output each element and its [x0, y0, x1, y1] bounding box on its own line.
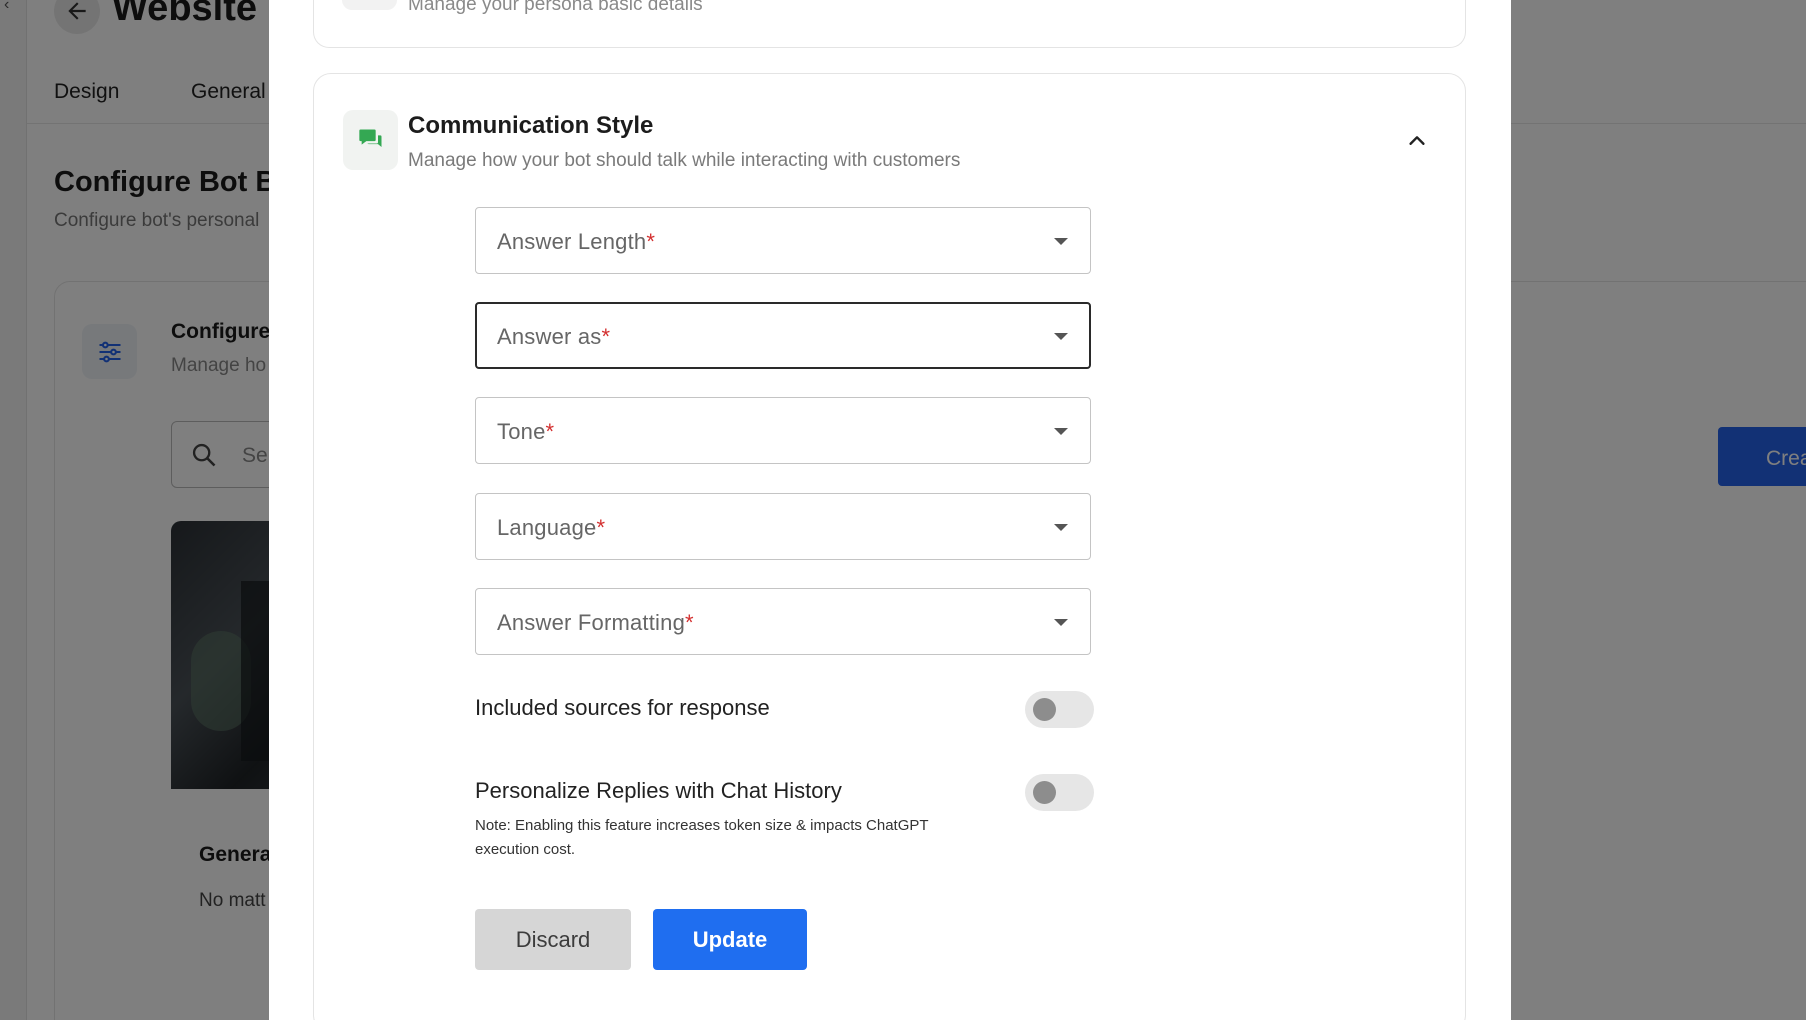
dropdown-arrow-icon	[1054, 333, 1068, 340]
tone-label: Tone	[497, 419, 546, 444]
required-marker: *	[596, 515, 606, 540]
dropdown-arrow-icon	[1054, 428, 1068, 435]
answer-formatting-select[interactable]: Answer Formatting*	[475, 588, 1091, 655]
personalize-replies-label: Personalize Replies with Chat History	[475, 778, 842, 803]
toggle-knob	[1033, 698, 1056, 721]
answer-formatting-label: Answer Formatting	[497, 610, 686, 635]
dropdown-arrow-icon	[1054, 524, 1068, 531]
answer-as-label: Answer as	[497, 324, 602, 349]
answer-as-select[interactable]: Answer as*	[475, 302, 1091, 369]
update-button[interactable]: Update	[653, 909, 807, 970]
communication-style-card: Communication Style Manage how your bot …	[313, 73, 1466, 1020]
chat-bubbles-icon	[343, 110, 398, 170]
collapse-button[interactable]	[1402, 126, 1432, 156]
persona-basic-subtitle: Manage your persona basic details	[408, 0, 703, 15]
discard-button[interactable]: Discard	[475, 909, 631, 970]
token-cost-note: Note: Enabling this feature increases to…	[475, 817, 929, 858]
required-marker: *	[545, 419, 555, 444]
required-marker: *	[685, 610, 694, 635]
included-sources-label: Included sources for response	[475, 695, 770, 720]
section-title: Communication Style	[408, 112, 654, 139]
persona-icon	[342, 0, 397, 10]
toggle-knob	[1033, 781, 1056, 804]
personalize-replies-toggle[interactable]	[1025, 774, 1094, 811]
dropdown-arrow-icon	[1054, 619, 1068, 626]
tone-select[interactable]: Tone*	[475, 397, 1091, 464]
answer-length-select[interactable]: Answer Length*	[475, 207, 1091, 274]
included-sources-toggle[interactable]	[1025, 691, 1094, 728]
answer-length-label: Answer Length	[497, 229, 647, 254]
persona-basic-card[interactable]: Manage your persona basic details	[313, 0, 1466, 48]
chevron-up-icon	[1409, 136, 1425, 145]
language-select[interactable]: Language*	[475, 493, 1091, 560]
required-marker: *	[646, 229, 656, 254]
section-subtitle: Manage how your bot should talk while in…	[408, 150, 961, 171]
required-marker: *	[601, 324, 611, 349]
persona-modal: Manage your persona basic details Commun…	[269, 0, 1511, 1020]
language-label: Language	[497, 515, 597, 540]
dropdown-arrow-icon	[1054, 238, 1068, 245]
